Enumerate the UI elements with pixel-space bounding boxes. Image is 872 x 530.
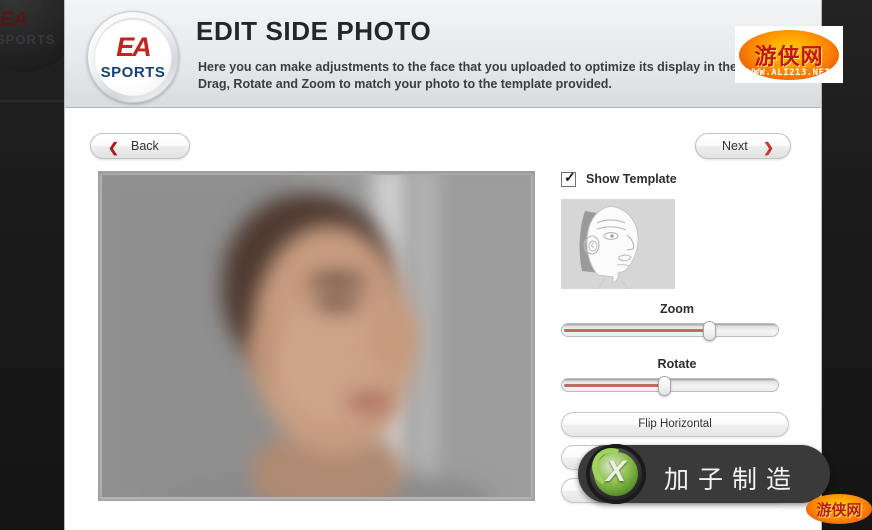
background-ea-mark: EA: [0, 8, 28, 31]
xbox-overlay-text: 加子制造: [664, 465, 801, 494]
zoom-slider-label: Zoom: [659, 302, 695, 316]
xbox-icon: X: [586, 442, 646, 504]
ea-sports-logo: EA SPORTS: [87, 11, 179, 103]
zoom-slider-thumb[interactable]: [702, 321, 716, 341]
photo-eyebrow: [308, 275, 366, 287]
dialog-header: EA SPORTS EDIT SIDE PHOTO Here you can m…: [65, 0, 821, 108]
photo-nose: [364, 310, 416, 370]
rotate-slider-thumb[interactable]: [658, 376, 672, 396]
template-thumbnail: [561, 199, 675, 289]
xbox-icon-glyph: X: [605, 455, 626, 488]
show-template-label: Show Template: [586, 172, 677, 186]
zoom-slider-fill: [564, 329, 710, 332]
flip-horizontal-label: Flip Horizontal: [638, 418, 712, 430]
zoom-slider[interactable]: [561, 321, 779, 341]
chevron-left-icon: ❮: [108, 140, 119, 155]
ea-sports-logo-inner: EA SPORTS: [94, 18, 172, 96]
background-divider: [0, 100, 64, 102]
back-button[interactable]: ❮ Back: [90, 133, 190, 159]
watermark-oval: 游侠网 WWW.ALI213.NET: [739, 29, 839, 80]
rotate-slider-fill: [564, 384, 665, 387]
chevron-right-icon: ❯: [763, 140, 774, 155]
site-watermark-top: 游侠网 WWW.ALI213.NET: [735, 26, 843, 83]
site-watermark-bottom: 游侠网: [806, 494, 872, 524]
next-button-label: Next: [722, 139, 748, 153]
ea-logo-mark: EA: [116, 32, 152, 62]
rotate-slider-label: Rotate: [657, 357, 697, 371]
checkmark-icon: ✓: [564, 169, 576, 185]
show-template-checkbox[interactable]: ✓: [561, 169, 576, 187]
next-button[interactable]: Next ❯: [695, 133, 791, 159]
xbox-watermark-overlay: X 加子制造: [578, 442, 830, 504]
watermark-bottom-chinese-text: 游侠网: [816, 500, 862, 519]
page-description: Here you can make adjustments to the fac…: [198, 60, 777, 91]
page-title: EDIT SIDE PHOTO: [196, 16, 432, 46]
photo-doorframe-edge: [418, 175, 434, 497]
back-button-label: Back: [131, 139, 159, 153]
background-ea-sports-text: SPORTS: [0, 32, 56, 47]
photo-eye: [314, 295, 360, 311]
watermark-chinese-text: 游侠网: [754, 44, 824, 70]
photo-preview-frame[interactable]: [98, 171, 535, 501]
photo-lips: [346, 393, 392, 411]
rotate-slider[interactable]: [561, 376, 779, 396]
side-profile-face-icon: [579, 206, 639, 289]
ea-logo-sports-text: SPORTS: [100, 64, 166, 81]
flip-horizontal-button[interactable]: Flip Horizontal: [561, 412, 789, 437]
watermark-url: WWW.ALI213.NET: [747, 67, 831, 78]
photo-preview-canvas[interactable]: [102, 175, 531, 497]
